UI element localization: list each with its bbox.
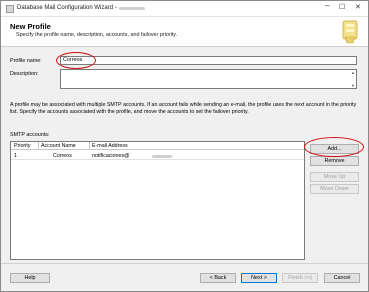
back-button[interactable]: < Back	[200, 273, 236, 283]
column-header-email[interactable]: E-mail Address	[92, 143, 128, 149]
cancel-button[interactable]: Cancel	[324, 273, 360, 283]
footer-divider	[1, 263, 368, 264]
redacted-server-name	[119, 7, 145, 10]
close-icon[interactable]: ✕	[355, 4, 361, 12]
move-up-button[interactable]: Move Up	[310, 172, 359, 182]
scroll-down-icon[interactable]: ▼	[351, 83, 355, 88]
info-text: A profile may be associated with multipl…	[10, 102, 357, 115]
wizard-window: Database Mail Configuration Wizard - – ☐…	[0, 0, 369, 292]
profile-name-label: Profile name:	[10, 58, 42, 64]
window-title: Database Mail Configuration Wizard -	[17, 5, 117, 11]
help-button[interactable]: Help	[10, 273, 50, 283]
scroll-up-icon[interactable]: ▲	[351, 70, 355, 75]
next-button[interactable]: Next >	[241, 273, 277, 283]
app-icon	[6, 5, 14, 13]
minimize-icon[interactable]: –	[325, 2, 329, 10]
smtp-accounts-grid[interactable]: Priority Account Name E-mail Address 1 C…	[10, 141, 305, 260]
description-textarea[interactable]: ▲ ▼	[60, 69, 357, 89]
redacted-email-domain	[152, 154, 172, 158]
cell-priority: 1	[14, 153, 17, 159]
smtp-accounts-label: SMTP accounts:	[10, 132, 50, 138]
title-bar: Database Mail Configuration Wizard - – ☐…	[1, 1, 368, 17]
column-header-account-name[interactable]: Account Name	[41, 143, 76, 149]
cell-account-name: Correos	[53, 153, 72, 159]
page-title: New Profile	[10, 22, 51, 31]
table-row[interactable]: 1 Correos notificaciones@	[11, 151, 304, 160]
remove-account-button[interactable]: Remove	[310, 156, 359, 166]
page-header: New Profile Specify the profile name, de…	[1, 17, 368, 47]
move-down-button[interactable]: Move Down	[310, 184, 359, 194]
page-subtitle: Specify the profile name, description, a…	[16, 32, 178, 38]
description-label: Description:	[10, 71, 39, 77]
add-account-button[interactable]: Add...	[310, 144, 359, 154]
cell-email: notificaciones@	[92, 153, 130, 159]
column-header-priority[interactable]: Priority	[14, 143, 30, 149]
profile-name-input[interactable]: Correos	[60, 56, 357, 65]
maximize-icon[interactable]: ☐	[339, 4, 345, 12]
grid-header: Priority Account Name E-mail Address	[11, 142, 304, 150]
finish-button[interactable]: Finish >>|	[282, 273, 318, 283]
database-mail-icon	[342, 20, 358, 44]
